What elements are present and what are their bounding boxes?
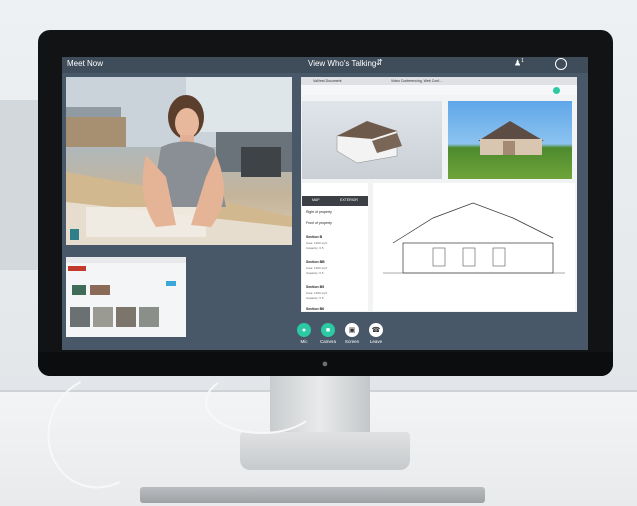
section-detail: Area: 1200 sq ft: [306, 291, 328, 295]
filter-item[interactable]: Front of property: [306, 221, 332, 225]
extension-icon[interactable]: [553, 87, 560, 94]
tab-exterior[interactable]: EXTERIOR: [340, 198, 358, 202]
chat-icon[interactable]: [555, 58, 567, 70]
browser-tab-strip: ValVest Document Video Conferencing, Web…: [301, 77, 577, 85]
participants-button[interactable]: ♟1: [514, 58, 532, 70]
participant-avatar: [70, 229, 79, 240]
screen-label: Screen: [344, 339, 360, 344]
thumb-logo: [68, 266, 86, 271]
browser-toolbar: [301, 85, 577, 95]
thumb-browser-bar: [66, 257, 186, 263]
thumb-button: [166, 281, 176, 286]
section-detail: Area: 1200 sq ft: [306, 241, 328, 245]
leave-icon[interactable]: ☎: [369, 323, 383, 337]
section-title[interactable]: Section B: [306, 235, 322, 239]
meeting-screen: Meet Now View Who's Talking ⇵ ♟1 ValVest…: [62, 57, 588, 350]
apple-logo-icon: ●: [321, 358, 329, 370]
section-detail: Capacity: 0.5: [306, 246, 324, 250]
section-title[interactable]: Section B5: [306, 285, 324, 289]
mic-control[interactable]: ● Mic: [295, 323, 313, 344]
monitor-stand-base: [240, 432, 410, 470]
elevation-drawing[interactable]: [373, 183, 575, 311]
monitor-chin: ●: [38, 352, 613, 376]
section-detail: Capacity: 0.5: [306, 271, 324, 275]
camera-icon[interactable]: ■: [321, 323, 335, 337]
chevron-updown-icon[interactable]: ⇵: [376, 58, 383, 67]
leave-label: Leave: [369, 339, 383, 344]
leave-control[interactable]: ☎ Leave: [367, 323, 385, 344]
section-title[interactable]: Section B6: [306, 307, 324, 311]
house-photo: [448, 101, 572, 179]
mic-label: Mic: [300, 339, 308, 344]
section-detail: Area: 1200 sq ft: [306, 266, 328, 270]
browser-tab[interactable]: ValVest Document: [313, 79, 342, 83]
thumb-image: [72, 285, 86, 295]
view-mode-selector[interactable]: View Who's Talking: [308, 59, 376, 68]
share-screen-icon[interactable]: ▣: [345, 323, 359, 337]
browser-tab[interactable]: Video Conferencing, Web Conf...: [391, 79, 442, 83]
section-title[interactable]: Section BB: [306, 260, 325, 264]
meeting-controls: ● Mic ■ Camera ▣ Screen ☎ Leave: [62, 323, 588, 350]
screen-control[interactable]: ▣ Screen: [343, 323, 361, 344]
participant-video: [66, 77, 292, 245]
camera-control[interactable]: ■ Camera: [319, 323, 337, 344]
side-panel-tabs: MAP EXTERIOR: [302, 196, 368, 206]
office-scene: [66, 77, 292, 245]
cable-2: [205, 370, 319, 434]
shared-browser-window: ValVest Document Video Conferencing, Web…: [301, 77, 577, 312]
tab-map[interactable]: MAP: [312, 198, 320, 202]
mic-icon[interactable]: ●: [297, 323, 311, 337]
3d-model-view[interactable]: [302, 101, 442, 179]
thumb-image: [90, 285, 110, 295]
meeting-title: Meet Now: [67, 59, 104, 68]
filter-item[interactable]: Right of property: [306, 210, 332, 214]
meeting-top-bar: Meet Now View Who's Talking ⇵ ♟1: [62, 57, 588, 73]
participant-count: 1: [521, 58, 524, 64]
keyboard: [140, 487, 485, 503]
camera-label: Camera: [319, 339, 336, 344]
section-detail: Capacity: 0.5: [306, 296, 324, 300]
